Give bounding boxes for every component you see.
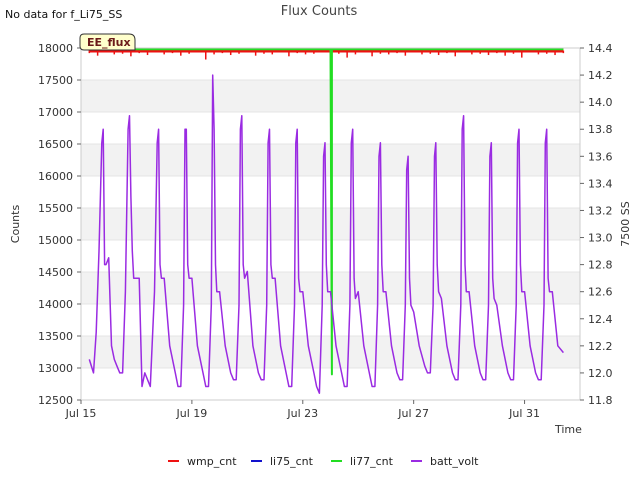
- y2-tick-label: 13.4: [588, 177, 613, 190]
- legend-label: li77_cnt: [350, 455, 394, 468]
- grid-band: [81, 336, 580, 368]
- y2-tick-label: 14.2: [588, 69, 613, 82]
- y-axis-right: 11.8 12.0 12.2 12.4 12.6 12.8 13.0 13.2 13.4 13.6…: [580, 42, 613, 407]
- y2-axis-title: 7500 SS: [619, 201, 632, 246]
- legend-item-batt_volt: batt_volt: [411, 455, 479, 468]
- x-tick-label: Jul 15: [65, 407, 97, 420]
- legend-label: batt_volt: [430, 455, 479, 468]
- x-axis-title: Time: [554, 423, 582, 436]
- y-tick-label: 12500: [38, 394, 73, 407]
- y-tick-label: 17000: [38, 106, 73, 119]
- y-tick-label: 18000: [38, 42, 73, 55]
- legend: wmp_cnt li75_cnt li77_cnt batt_volt: [168, 455, 479, 468]
- status-note: No data for f_Li75_SS: [5, 8, 122, 21]
- chart-title: Flux Counts: [281, 4, 358, 19]
- y-tick-label: 17500: [38, 74, 73, 87]
- y2-tick-label: 13.0: [588, 232, 613, 245]
- y-tick-label: 14000: [38, 298, 73, 311]
- legend-label: li75_cnt: [270, 455, 314, 468]
- badge-label: EE_flux: [87, 36, 131, 49]
- legend-item-li75_cnt: li75_cnt: [251, 455, 314, 468]
- y-tick-label: 13000: [38, 362, 73, 375]
- y-tick-label: 16000: [38, 170, 73, 183]
- y2-tick-label: 12.2: [588, 340, 613, 353]
- y2-tick-label: 14.4: [588, 42, 613, 55]
- y2-tick-label: 13.2: [588, 204, 613, 217]
- y-tick-label: 14500: [38, 266, 73, 279]
- y-axis-left: 12500 13000 13500 14000 14500 15000 15500 16000…: [38, 42, 81, 407]
- y2-tick-label: 11.8: [588, 394, 613, 407]
- legend-label: wmp_cnt: [187, 455, 237, 468]
- ee-flux-badge: EE_flux: [79, 33, 136, 51]
- y-tick-label: 16500: [38, 138, 73, 151]
- x-tick-label: Jul 27: [397, 407, 429, 420]
- y2-tick-label: 13.8: [588, 123, 613, 136]
- x-tick-label: Jul 31: [508, 407, 540, 420]
- legend-item-wmp_cnt: wmp_cnt: [168, 455, 237, 468]
- y2-tick-label: 12.8: [588, 259, 613, 272]
- legend-item-li77_cnt: li77_cnt: [331, 455, 394, 468]
- y2-tick-label: 12.0: [588, 367, 613, 380]
- y-tick-label: 15000: [38, 234, 73, 247]
- y2-tick-label: 12.4: [588, 313, 613, 326]
- y-axis-title: Counts: [9, 205, 22, 244]
- flux-counts-chart: No data for f_Li75_SS Flux Counts Jul 15…: [5, 4, 632, 468]
- plot-area: [80, 47, 581, 401]
- y-tick-label: 15500: [38, 202, 73, 215]
- y-tick-label: 13500: [38, 330, 73, 343]
- y2-tick-label: 13.6: [588, 150, 613, 163]
- x-tick-label: Jul 23: [286, 407, 318, 420]
- x-tick-label: Jul 19: [176, 407, 208, 420]
- y2-tick-label: 14.0: [588, 96, 613, 109]
- x-axis: Jul 15 Jul 19 Jul 23 Jul 27 Jul 31: [65, 400, 540, 420]
- y2-tick-label: 12.6: [588, 286, 613, 299]
